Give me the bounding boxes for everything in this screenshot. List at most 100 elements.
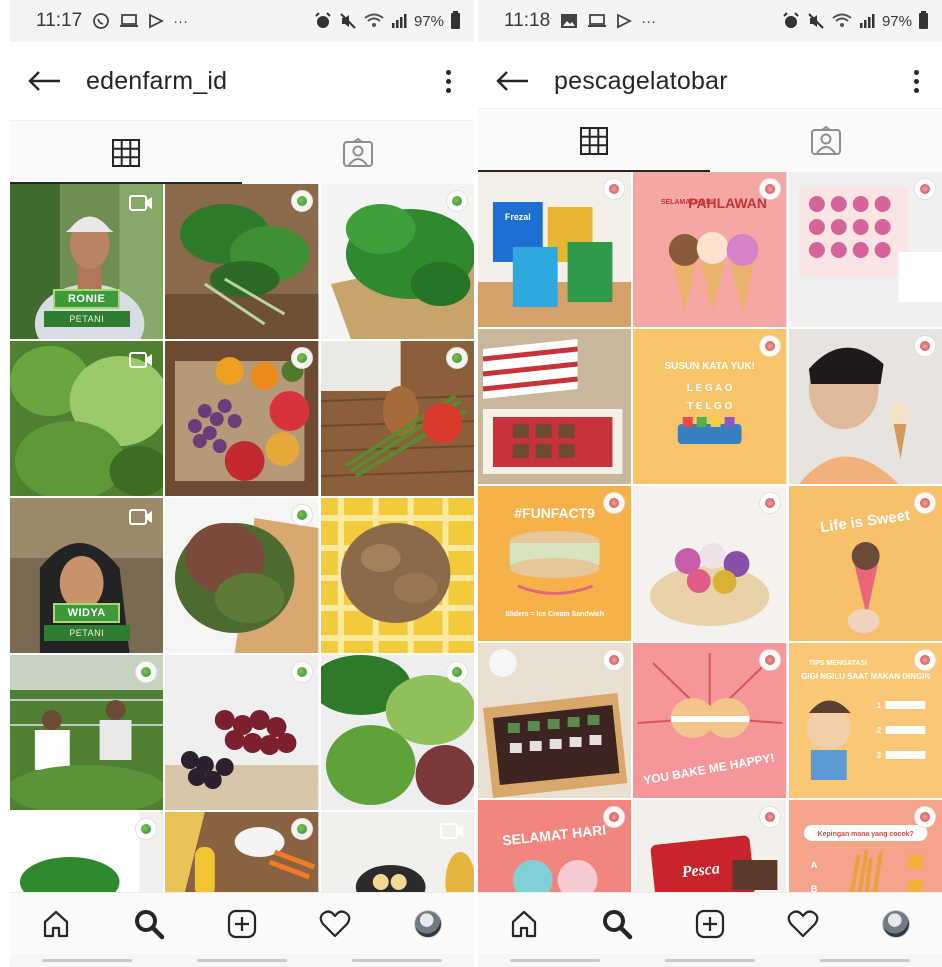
add-post-icon (227, 909, 257, 938)
wifi-icon (364, 13, 384, 27)
tagged-person-icon (811, 125, 841, 155)
post-tile[interactable] (10, 341, 164, 496)
post-tile[interactable] (165, 812, 319, 892)
profile-tabs (478, 108, 942, 172)
battery-percent: 97% (413, 12, 444, 30)
status-time: 11:18 (504, 10, 551, 31)
back-gesture-icon[interactable] (351, 959, 442, 962)
home-gesture-icon[interactable] (664, 959, 755, 962)
brand-logo-badge (913, 178, 936, 200)
nav-search[interactable] (125, 900, 173, 948)
post-tile[interactable] (10, 655, 164, 810)
more-vertical-icon (445, 69, 451, 75)
nav-new-post[interactable] (686, 900, 734, 948)
post-tile[interactable]: Life is Sweet (788, 486, 942, 641)
brand-logo-badge (445, 347, 468, 369)
brand-logo-badge (290, 661, 313, 683)
laptop-icon (588, 14, 607, 27)
mute-icon (340, 13, 356, 29)
post-tile[interactable] (788, 329, 942, 484)
post-tile[interactable]: TIPS MENGATASI GIGI NGILU SAAT MAKAN DIN… (788, 643, 942, 798)
bottom-navigation (10, 892, 474, 954)
quiz-option-a: A (811, 860, 818, 870)
nav-profile[interactable] (404, 900, 452, 948)
arrow-left-icon (496, 71, 528, 91)
back-button[interactable] (24, 61, 64, 101)
notification-icons: ··· (92, 12, 188, 30)
nav-new-post[interactable] (218, 900, 266, 948)
tab-posts-grid[interactable] (478, 109, 710, 172)
more-notifications-icon: ··· (641, 12, 657, 30)
back-gesture-icon[interactable] (819, 959, 910, 962)
post-tile[interactable] (320, 184, 474, 339)
tile-title: SUSUN KATA YUK! (665, 361, 755, 372)
post-tile[interactable]: RONIE PETANI (10, 184, 164, 339)
post-tile[interactable]: YOU BAKE ME HAPPY! (633, 643, 787, 798)
gallery-icon (561, 14, 578, 28)
post-tile[interactable] (478, 643, 632, 798)
brand-logo-badge (445, 661, 468, 683)
tile-subtitle: Sliders = Ice Cream Sandwich (505, 611, 604, 618)
post-tile[interactable]: Frezal (478, 172, 632, 327)
signal-icon (859, 14, 875, 28)
post-tile[interactable]: SELAMAT HARI PAHLAWAN (633, 172, 787, 327)
post-tile[interactable] (320, 498, 474, 653)
nav-activity[interactable] (311, 900, 359, 948)
tagged-person-icon (343, 137, 373, 167)
mute-icon (808, 13, 824, 29)
tip-step-3: 3 (876, 751, 881, 760)
nav-home[interactable] (500, 900, 548, 948)
back-button[interactable] (492, 61, 532, 101)
video-icon (129, 352, 153, 368)
farmer-name-tag: RONIE (52, 289, 121, 309)
post-tile[interactable] (165, 341, 319, 496)
post-tile[interactable] (320, 812, 474, 892)
video-icon (439, 823, 463, 839)
recent-apps-icon[interactable] (42, 959, 133, 962)
brand-logo-badge (290, 818, 313, 840)
post-tile[interactable] (633, 486, 787, 641)
home-gesture-icon[interactable] (196, 959, 287, 962)
nav-home[interactable] (32, 900, 80, 948)
post-tile[interactable]: Pesca (633, 800, 787, 892)
nav-profile[interactable] (872, 900, 920, 948)
grid-icon (112, 138, 140, 167)
ginger-on-cloth-image (320, 498, 474, 653)
tile-title: GIGI NGILU SAAT MAKAN DINGIN (801, 672, 930, 681)
brand-logo-badge (758, 492, 781, 514)
search-icon (135, 909, 165, 939)
more-options-button[interactable] (904, 61, 928, 101)
post-tile[interactable] (165, 655, 319, 810)
alarm-icon (315, 12, 331, 28)
tab-tagged[interactable] (242, 121, 474, 184)
gift-box-image (478, 329, 632, 484)
more-options-button[interactable] (436, 61, 460, 101)
battery-icon (919, 11, 928, 29)
post-tile[interactable] (478, 329, 632, 484)
quiz-question: Kepingan mana yang cocok? (817, 831, 913, 838)
search-icon (603, 909, 633, 939)
brand-logo-badge (913, 492, 936, 514)
heart-icon (787, 909, 819, 937)
post-tile[interactable] (788, 172, 942, 327)
post-tile[interactable]: WIDYA PETANI (10, 498, 164, 653)
post-tile[interactable]: SELAMAT HARI (478, 800, 632, 892)
post-tile[interactable] (165, 184, 319, 339)
recent-apps-icon[interactable] (510, 959, 601, 962)
post-tile[interactable]: #FUNFACT9 Sliders = Ice Cream Sandwich (478, 486, 632, 641)
farmer-name-tag: WIDYA (52, 603, 121, 623)
heart-icon (319, 909, 351, 937)
brand-logo-badge (913, 335, 936, 357)
post-tile[interactable]: SUSUN KATA YUK! L E G A O T E L G O (633, 329, 787, 484)
tab-tagged[interactable] (710, 109, 942, 172)
tab-posts-grid[interactable] (10, 121, 242, 184)
brand-logo-badge (290, 347, 313, 369)
post-tile[interactable] (165, 498, 319, 653)
post-tile[interactable]: Kepingan mana yang cocok? A B (788, 800, 942, 892)
brand-logo-badge (913, 806, 936, 828)
nav-activity[interactable] (779, 900, 827, 948)
post-tile[interactable] (320, 655, 474, 810)
post-tile[interactable] (10, 812, 164, 892)
post-tile[interactable] (320, 341, 474, 496)
nav-search[interactable] (593, 900, 641, 948)
